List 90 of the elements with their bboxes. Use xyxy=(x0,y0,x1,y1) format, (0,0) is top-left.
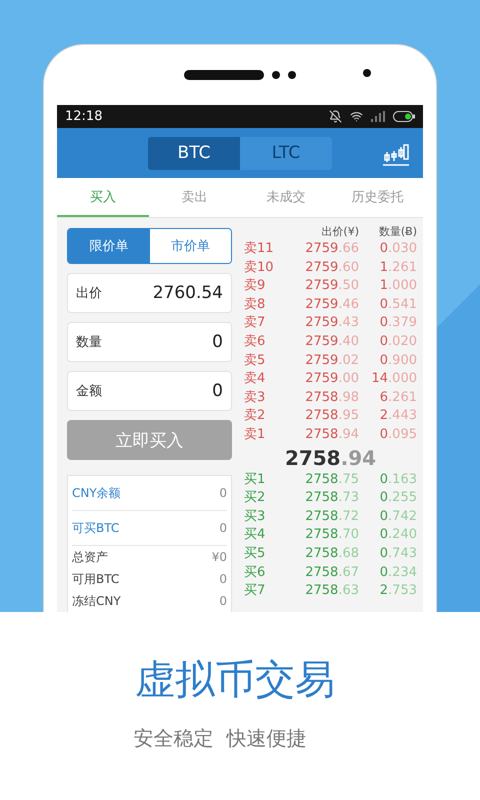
order-amount: 0.240 xyxy=(378,526,417,544)
input-field[interactable]: 数量 0 xyxy=(67,322,232,362)
order-amount: 0.900 xyxy=(378,352,417,370)
order-price[interactable]: 2759.66 xyxy=(288,240,359,259)
last-price: 2758.94 xyxy=(284,444,378,471)
order-price[interactable]: 2759.46 xyxy=(288,296,359,314)
coin-tab[interactable]: BTC xyxy=(148,136,240,170)
order-level-label: 买6 xyxy=(244,564,266,582)
field-value: 0 xyxy=(212,332,223,352)
promo-headline: 虚拟币交易 xyxy=(135,656,335,705)
balance-value: 0 xyxy=(219,594,227,608)
muted-bell-icon xyxy=(329,110,342,123)
price-column-header: 出价(¥) xyxy=(320,224,359,240)
input-field[interactable]: 出价 2760.54 xyxy=(67,273,232,313)
order-amount: 0.255 xyxy=(378,489,417,508)
order-price[interactable]: 2759.43 xyxy=(288,314,359,333)
order-price[interactable]: 2759.50 xyxy=(288,277,359,296)
order-level-label: 卖8 xyxy=(244,296,266,314)
order-amount: 0.020 xyxy=(378,332,417,351)
field-label: 数量 xyxy=(76,334,102,351)
order-level-label: 卖3 xyxy=(244,388,266,407)
order-price[interactable]: 2759.02 xyxy=(288,352,359,370)
amount-column-header: 数量(Ƀ) xyxy=(378,224,417,240)
order-level-label: 卖1 xyxy=(244,426,266,444)
order-amount: 0.163 xyxy=(378,470,417,489)
field-label: 金额 xyxy=(76,383,102,400)
order-amount: 0.030 xyxy=(378,240,417,258)
order-level-label: 买7 xyxy=(244,582,266,600)
order-price[interactable]: 2758.73 xyxy=(288,489,359,508)
balance-label: 总资产 xyxy=(72,548,108,566)
order-level-label: 卖10 xyxy=(244,258,275,277)
order-level-label: 卖11 xyxy=(244,240,275,258)
order-level-label: 卖5 xyxy=(244,352,266,370)
order-price[interactable]: 2758.72 xyxy=(288,508,359,526)
order-price[interactable]: 2758.70 xyxy=(288,526,359,545)
order-level-label: 卖4 xyxy=(244,370,266,388)
order-price[interactable]: 2758.63 xyxy=(288,582,359,601)
order-price[interactable]: 2758.75 xyxy=(288,470,359,490)
sensor-dot xyxy=(272,71,280,79)
order-type-tab[interactable]: 限价单 xyxy=(68,229,150,263)
order-level-label: 买4 xyxy=(244,526,266,544)
balance-label: 冻结CNY xyxy=(72,592,121,610)
order-price[interactable]: 2759.40 xyxy=(288,332,359,352)
order-level-label: 卖6 xyxy=(244,332,266,351)
order-amount: 2.443 xyxy=(378,407,417,426)
signal-icon xyxy=(371,111,385,122)
candlestick-chart-icon[interactable] xyxy=(383,142,409,166)
order-level-label: 卖2 xyxy=(244,407,266,426)
balance-value: 0 xyxy=(219,486,227,500)
battery-icon xyxy=(393,111,415,122)
field-value: 0 xyxy=(212,381,223,401)
coin-tab[interactable]: LTC xyxy=(240,136,332,170)
order-price[interactable]: 2758.67 xyxy=(288,564,359,582)
order-level-label: 买2 xyxy=(244,489,266,508)
balance-value: ¥0 xyxy=(212,550,227,564)
balance-link[interactable]: 可买BTC xyxy=(72,520,120,536)
promo-tagline: 安全稳定 快速便捷 xyxy=(134,725,306,752)
order-price[interactable]: 2758.95 xyxy=(288,407,359,426)
balance-link[interactable]: CNY余额 xyxy=(72,484,121,502)
order-amount: 0.541 xyxy=(378,296,417,314)
input-field[interactable]: 金额 0 xyxy=(67,371,232,411)
order-amount: 2.753 xyxy=(378,582,417,600)
order-price[interactable]: 2758.98 xyxy=(288,388,359,408)
order-price[interactable]: 2758.68 xyxy=(288,544,359,564)
field-label: 出价 xyxy=(76,285,102,302)
order-price[interactable]: 2759.60 xyxy=(288,258,359,278)
balance-value: 0 xyxy=(219,521,227,535)
camera-dot xyxy=(363,69,371,77)
order-amount: 1.000 xyxy=(378,277,417,296)
balance-label: 可用BTC xyxy=(72,570,120,588)
order-level-label: 买1 xyxy=(244,470,266,489)
order-type-tab[interactable]: 市价单 xyxy=(150,229,231,263)
order-amount: 1.261 xyxy=(378,258,417,277)
order-level-label: 买3 xyxy=(244,508,266,526)
order-amount: 0.234 xyxy=(378,564,417,582)
order-amount: 0.743 xyxy=(378,544,417,563)
status-time: 12:18 xyxy=(65,109,104,124)
order-level-label: 买5 xyxy=(244,544,266,563)
order-amount: 0.742 xyxy=(378,508,417,526)
sensor-dot xyxy=(288,71,296,79)
order-amount: 0.095 xyxy=(378,426,417,444)
field-value: 2760.54 xyxy=(152,283,223,303)
order-price[interactable]: 2758.94 xyxy=(288,426,359,445)
order-amount: 0.379 xyxy=(378,314,417,332)
order-level-label: 卖7 xyxy=(244,314,266,332)
order-price[interactable]: 2759.00 xyxy=(288,370,359,389)
order-amount: 6.261 xyxy=(378,388,417,407)
order-level-label: 卖9 xyxy=(244,277,266,296)
order-amount: 14.000 xyxy=(370,370,417,388)
balance-value: 0 xyxy=(219,572,227,586)
